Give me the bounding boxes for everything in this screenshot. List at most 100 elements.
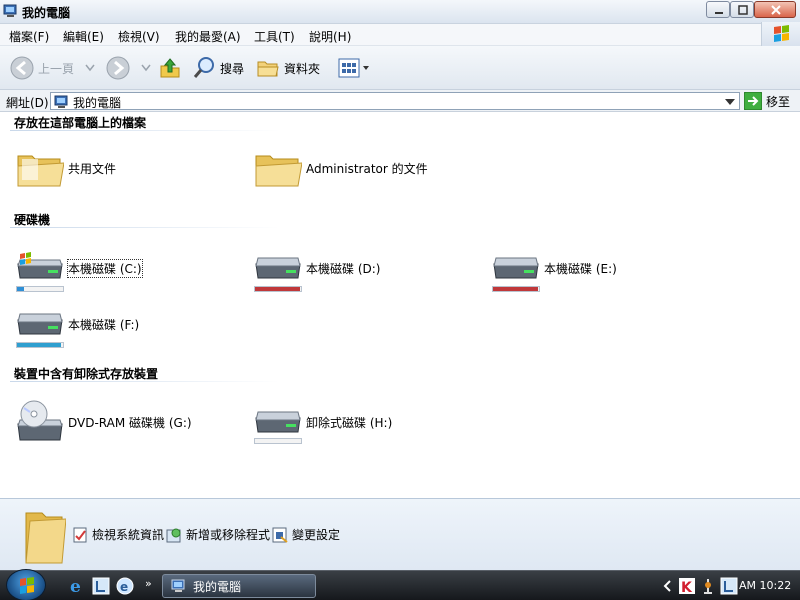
- hard-drive-icon: [17, 313, 63, 335]
- taskbar-button-my-computer[interactable]: 我的電腦: [162, 574, 316, 598]
- forward-arrow-icon: [106, 56, 130, 80]
- forward-button[interactable]: [106, 56, 130, 80]
- divider: [10, 381, 280, 382]
- task-change-settings[interactable]: 變更設定: [272, 526, 340, 543]
- forward-dropdown[interactable]: [140, 56, 152, 80]
- go-button[interactable]: 移至: [744, 92, 798, 110]
- folders-label: 資料夾: [284, 61, 321, 76]
- start-button[interactable]: [6, 569, 46, 600]
- drive-g-dvd[interactable]: DVD-RAM 磁碟機 (G:): [16, 400, 236, 441]
- capacity-fill: [493, 287, 539, 291]
- capacity-fill: [17, 343, 61, 347]
- network-icon[interactable]: [700, 577, 716, 595]
- address-bar: 網址(D) 我的電腦 移至: [0, 90, 800, 112]
- drive-c[interactable]: 本機磁碟 (C:): [16, 252, 216, 292]
- item-label: 卸除式磁碟 (H:): [306, 416, 393, 430]
- back-label: 上一頁: [38, 61, 75, 76]
- drive-f[interactable]: 本機磁碟 (F:): [16, 308, 216, 348]
- drive-e[interactable]: 本機磁碟 (E:): [492, 252, 692, 292]
- folder-icon: [255, 155, 302, 187]
- hard-drive-icon: [493, 257, 539, 279]
- group-header-drives: 硬碟機: [14, 213, 51, 227]
- menu-bar: 檔案(F) 編輯(E) 檢視(V) 我的最愛(A) 工具(T) 說明(H): [0, 24, 800, 46]
- search-label: 搜尋: [220, 61, 245, 76]
- menu-help[interactable]: 說明(H): [309, 28, 351, 45]
- add-remove-programs-icon: [166, 528, 181, 542]
- details-pane: 檢視系統資訊 新增或移除程式 變更設定: [0, 498, 800, 570]
- taskbar: e e » 我的電腦 K AM 10:22: [0, 569, 800, 600]
- up-button[interactable]: [158, 56, 182, 80]
- task-label: 檢視系統資訊: [92, 528, 165, 542]
- item-label: Administrator 的文件: [306, 162, 428, 176]
- address-input[interactable]: 我的電腦: [50, 92, 740, 110]
- back-dropdown[interactable]: [84, 56, 96, 80]
- tray-expand-icon[interactable]: [662, 579, 672, 593]
- view-icon: [338, 58, 369, 78]
- computer-icon: [171, 579, 185, 592]
- removable-drive-icon: [255, 411, 301, 433]
- menu-favorites[interactable]: 我的最愛(A): [175, 28, 241, 45]
- task-view-system-info[interactable]: 檢視系統資訊: [72, 526, 164, 543]
- menu-edit[interactable]: 編輯(E): [63, 28, 104, 45]
- folder-shared-documents[interactable]: 共用文件: [16, 150, 216, 190]
- svg-text:e: e: [120, 580, 128, 594]
- capacity-bar: [254, 438, 302, 444]
- folder-up-icon: [160, 58, 180, 78]
- drive-h-removable[interactable]: 卸除式磁碟 (H:): [254, 406, 454, 446]
- item-label: 本機磁碟 (C:): [67, 259, 143, 278]
- toolbar: 上一頁 搜尋 資料夾: [0, 46, 800, 90]
- menu-view[interactable]: 檢視(V): [118, 28, 160, 45]
- computer-icon: [54, 95, 68, 108]
- title-bar: 我的電腦: [0, 0, 800, 24]
- menu-tools[interactable]: 工具(T): [254, 28, 295, 45]
- go-label: 移至: [766, 94, 791, 109]
- address-value: 我的電腦: [73, 96, 122, 110]
- show-desktop-icon[interactable]: [92, 577, 110, 595]
- system-tray: K: [662, 571, 738, 600]
- back-arrow-icon: [10, 56, 34, 80]
- search-icon: [193, 57, 214, 78]
- restore-icon: [738, 5, 748, 15]
- window-title: 我的電腦: [22, 6, 71, 20]
- back-button[interactable]: 上一頁: [10, 56, 74, 80]
- quick-launch-overflow-icon[interactable]: »: [145, 577, 152, 590]
- folder-administrator-documents[interactable]: Administrator 的文件: [254, 150, 494, 190]
- divider: [10, 130, 280, 131]
- hard-drive-windows-icon: [17, 252, 63, 279]
- antivirus-icon[interactable]: K: [678, 577, 696, 595]
- minimize-button[interactable]: [706, 1, 730, 18]
- internet-explorer-icon[interactable]: e: [68, 577, 86, 595]
- item-label: 本機磁碟 (D:): [306, 262, 381, 276]
- desktop-tray-icon[interactable]: [720, 577, 738, 595]
- chevron-down-icon: [141, 64, 151, 72]
- settings-icon: [272, 527, 288, 543]
- clock[interactable]: AM 10:22: [739, 579, 791, 592]
- svg-text:e: e: [70, 577, 81, 595]
- folder-icon: [257, 61, 279, 77]
- search-button[interactable]: 搜尋: [192, 56, 244, 80]
- file-view: 存放在這部電腦上的檔案 共用文件 Administrator 的文件 硬碟機 本…: [0, 112, 800, 498]
- capacity-bar: [254, 286, 302, 292]
- drive-d[interactable]: 本機磁碟 (D:): [254, 252, 454, 292]
- item-label: 共用文件: [68, 162, 117, 176]
- menu-file[interactable]: 檔案(F): [9, 28, 49, 45]
- item-label: 本機磁碟 (F:): [68, 318, 140, 332]
- task-add-remove-programs[interactable]: 新增或移除程式: [166, 526, 270, 543]
- close-button[interactable]: [754, 1, 796, 18]
- dropdown-arrow-icon[interactable]: [725, 99, 735, 105]
- folder-icon: [17, 155, 64, 187]
- svg-text:K: K: [681, 580, 693, 595]
- group-header-removable: 裝置中含有卸除式存放裝置: [14, 367, 159, 381]
- windows-logo: [761, 22, 800, 46]
- dvd-drive-icon: [17, 400, 63, 441]
- maximize-button[interactable]: [730, 1, 754, 18]
- windows-flag-icon: [774, 25, 789, 42]
- browser-icon[interactable]: e: [116, 577, 134, 595]
- views-button[interactable]: [338, 56, 370, 80]
- hard-drive-icon: [255, 257, 301, 279]
- item-label: 本機磁碟 (E:): [544, 262, 617, 276]
- go-arrow-icon: [744, 92, 762, 110]
- task-label: 變更設定: [292, 528, 341, 542]
- folders-button[interactable]: 資料夾: [256, 56, 320, 80]
- folder-icon: [25, 512, 66, 564]
